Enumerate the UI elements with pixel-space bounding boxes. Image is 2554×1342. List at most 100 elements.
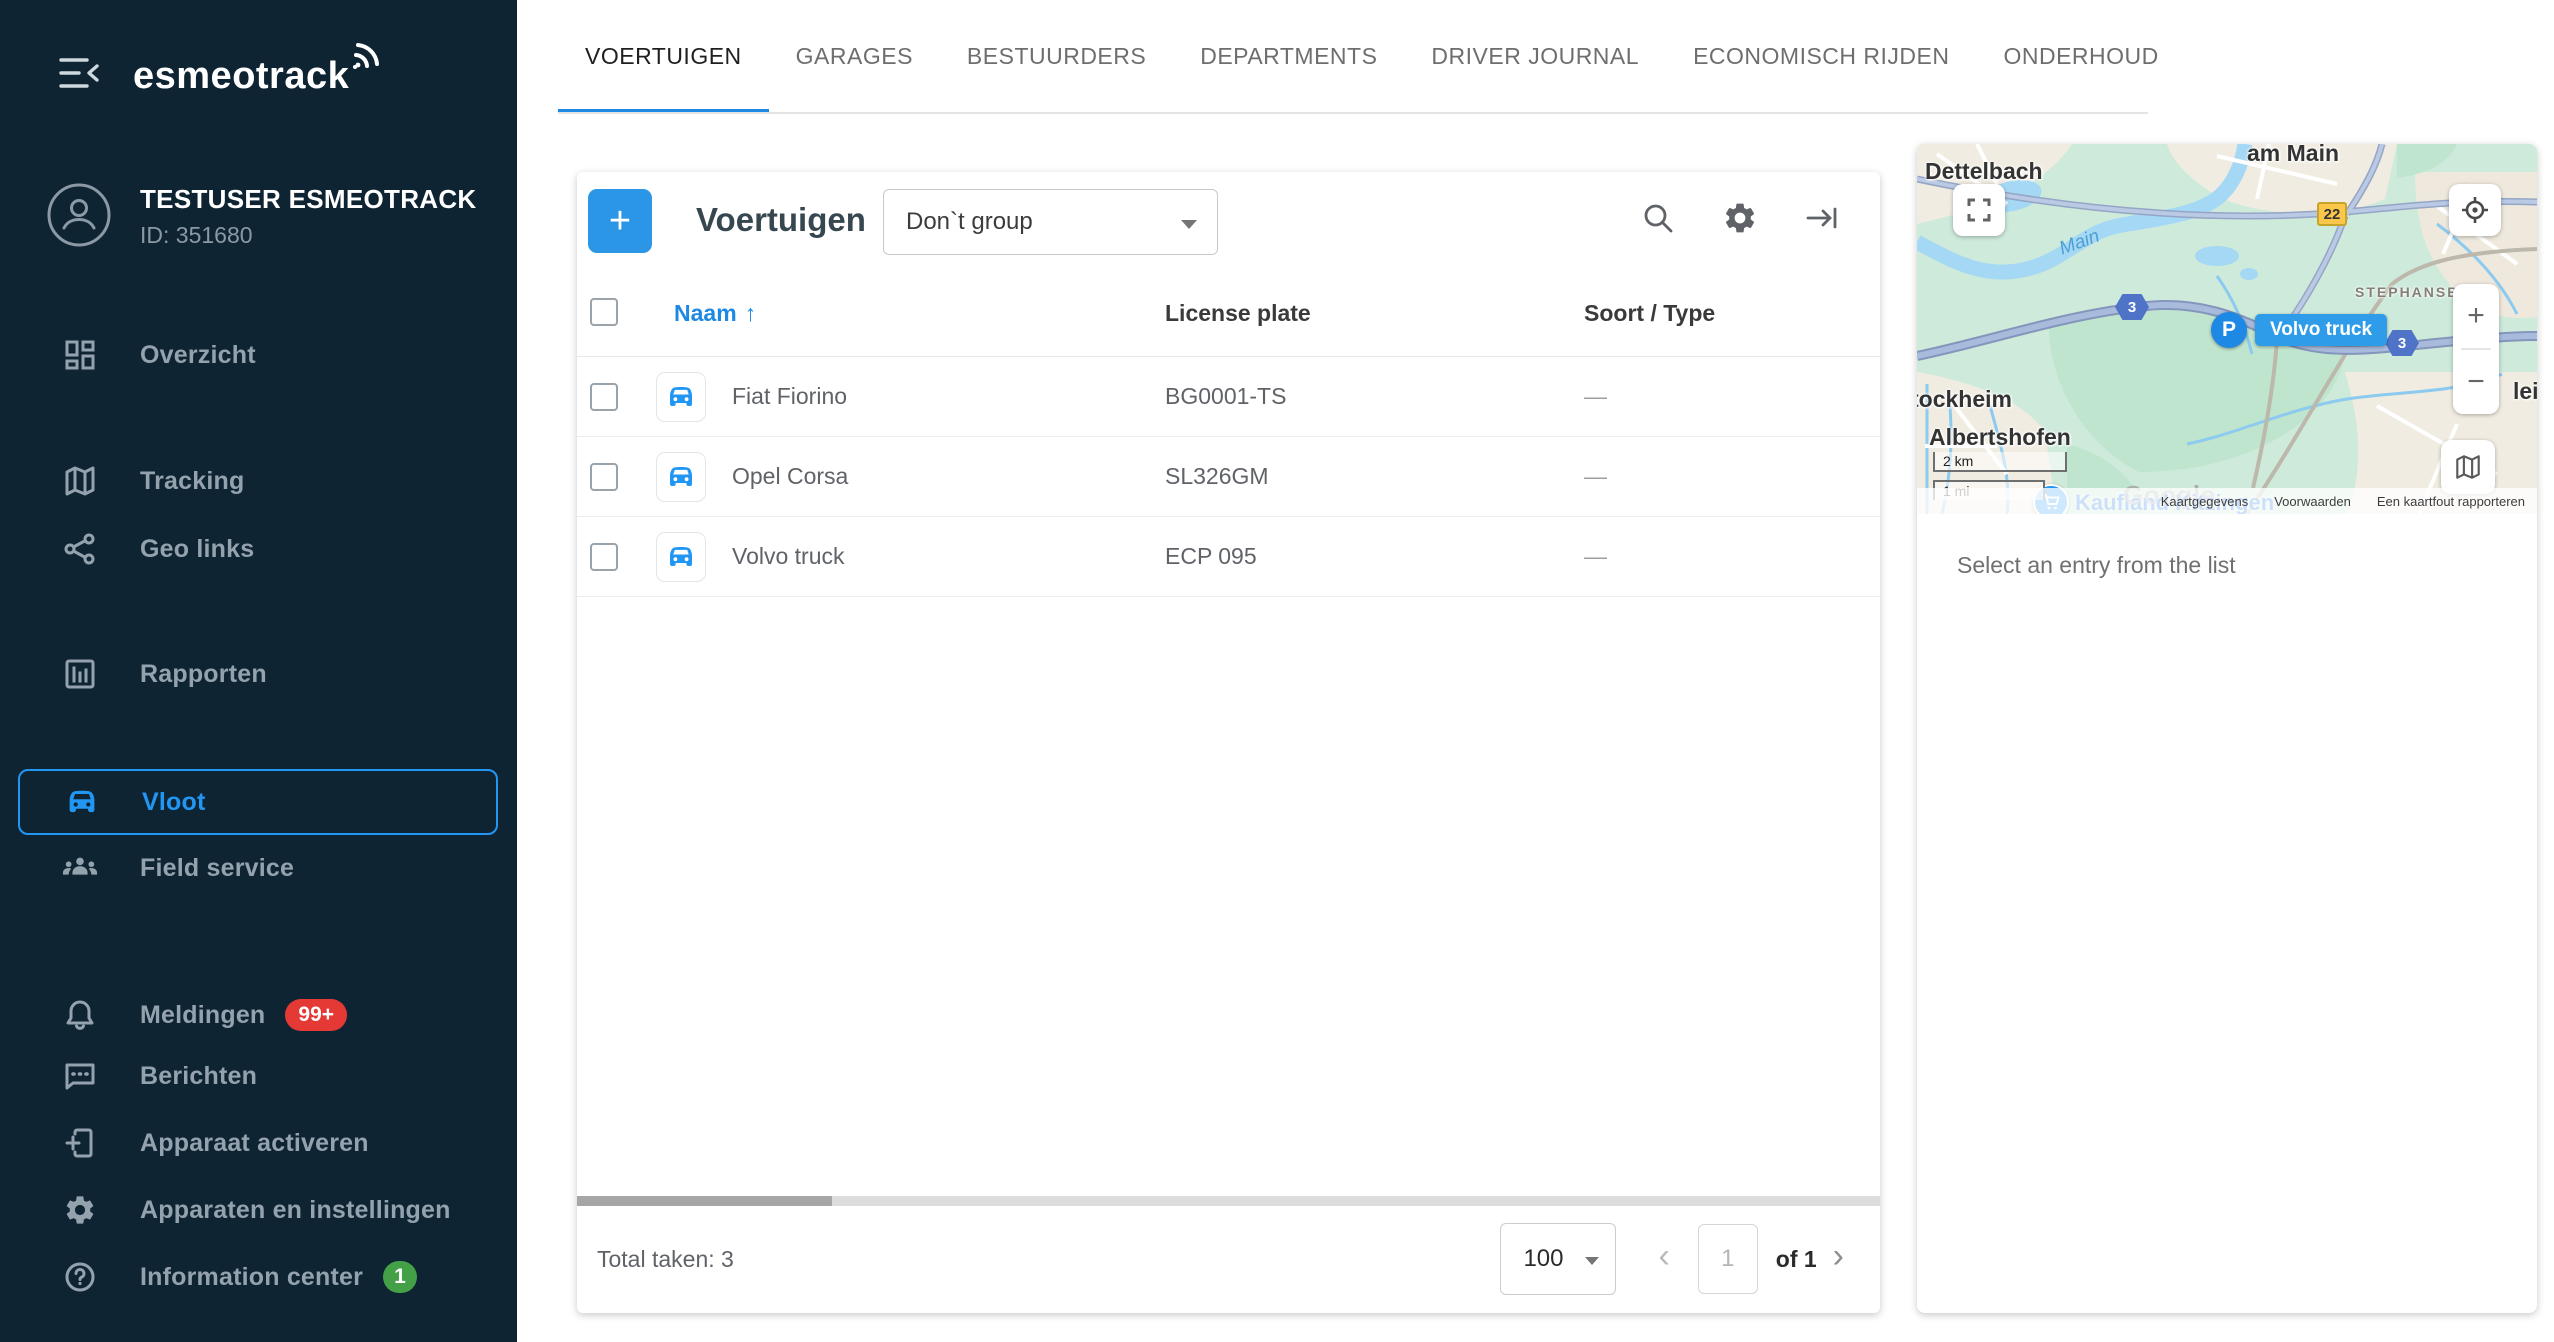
vehicles-toolbar: + Voertuigen Don`t group bbox=[577, 172, 1880, 272]
app-logo: esmeotrack bbox=[133, 46, 385, 102]
prev-page-icon[interactable]: ‹ bbox=[1658, 1239, 1669, 1273]
settings-icon[interactable] bbox=[1722, 200, 1758, 236]
road-badge-22: 22 bbox=[2317, 202, 2347, 226]
map-city-label: Dettelbach bbox=[1925, 158, 2043, 185]
page-count-label: of 1 bbox=[1776, 1246, 1817, 1273]
tab-departments[interactable]: DEPARTMENTS bbox=[1173, 0, 1404, 113]
sidebar-item-label: Apparaat activeren bbox=[140, 1129, 369, 1158]
sidebar-item-label: Rapporten bbox=[140, 660, 267, 689]
sidebar-item-vloot[interactable]: Vloot bbox=[18, 769, 498, 835]
dashboard-icon bbox=[62, 337, 98, 373]
chevron-down-icon bbox=[1181, 220, 1197, 229]
sidebar-item-apparaten-instellingen[interactable]: Apparaten en instellingen bbox=[18, 1177, 498, 1243]
tab-garages[interactable]: GARAGES bbox=[769, 0, 940, 113]
page-size-dropdown[interactable]: 100 bbox=[1500, 1223, 1616, 1295]
sidebar-item-label: Geo links bbox=[140, 535, 254, 564]
user-id: ID: 351680 bbox=[140, 222, 253, 249]
row-checkbox[interactable] bbox=[590, 463, 618, 491]
column-header-license-plate[interactable]: License plate bbox=[1165, 300, 1311, 327]
map[interactable]: Dettelbach am Main STEPHANSBERG Main toc… bbox=[1917, 144, 2537, 514]
vehicle-name: Fiat Fiorino bbox=[732, 383, 847, 410]
sidebar-item-geo-links[interactable]: Geo links bbox=[18, 516, 498, 582]
tab-economisch-rijden[interactable]: ECONOMISCH RIJDEN bbox=[1666, 0, 1976, 113]
sidebar-item-label: Meldingen bbox=[140, 1001, 265, 1030]
gear-icon bbox=[62, 1192, 98, 1228]
map-data-link[interactable]: Kaartgegevens bbox=[2161, 494, 2248, 509]
share-icon bbox=[62, 531, 98, 567]
page-title: Voertuigen bbox=[696, 201, 866, 239]
current-page-input[interactable]: 1 bbox=[1698, 1224, 1758, 1294]
detail-placeholder: Select an entry from the list bbox=[1957, 552, 2236, 579]
people-icon bbox=[62, 850, 98, 886]
select-all-checkbox[interactable] bbox=[590, 298, 618, 326]
table-row[interactable]: Volvo truck ECP 095 — bbox=[577, 517, 1880, 597]
sidebar-item-berichten[interactable]: Berichten bbox=[18, 1043, 498, 1109]
collapse-panel-icon[interactable] bbox=[1804, 200, 1840, 236]
detail-card: Dettelbach am Main STEPHANSBERG Main toc… bbox=[1917, 144, 2537, 1313]
vehicles-card: + Voertuigen Don`t group Naam↑ bbox=[577, 172, 1880, 1313]
app-logo-text: esmeotrack bbox=[133, 50, 349, 102]
sidebar-item-field-service[interactable]: Field service bbox=[18, 835, 498, 901]
map-town-label: lein bbox=[2513, 378, 2537, 405]
sidebar-item-overzicht[interactable]: Overzicht bbox=[18, 322, 498, 388]
next-page-icon[interactable]: › bbox=[1833, 1239, 1844, 1273]
map-city-label: am Main bbox=[2247, 144, 2339, 167]
horizontal-scrollbar[interactable] bbox=[577, 1196, 1880, 1206]
vehicle-map-label[interactable]: Volvo truck bbox=[2255, 314, 2387, 346]
tab-bestuurders[interactable]: BESTUURDERS bbox=[940, 0, 1173, 113]
help-icon bbox=[62, 1259, 98, 1295]
map-icon bbox=[62, 463, 98, 499]
locate-button[interactable] bbox=[2449, 184, 2501, 236]
sidebar-item-label: Overzicht bbox=[140, 341, 256, 370]
parking-marker[interactable]: P bbox=[2211, 312, 2247, 348]
vehicle-type: — bbox=[1584, 383, 1607, 410]
collapse-menu-icon[interactable] bbox=[55, 52, 103, 94]
vehicle-icon bbox=[656, 532, 706, 582]
column-header-naam[interactable]: Naam↑ bbox=[674, 300, 756, 327]
car-icon bbox=[64, 784, 100, 820]
total-count: Total taken: 3 bbox=[597, 1246, 734, 1273]
sidebar-item-apparaat-activeren[interactable]: Apparaat activeren bbox=[18, 1110, 498, 1176]
table-row[interactable]: Fiat Fiorino BG0001-TS — bbox=[577, 357, 1880, 437]
map-town-label: tockheim bbox=[1917, 386, 2012, 413]
map-type-button[interactable] bbox=[2441, 440, 2495, 494]
bell-icon bbox=[62, 997, 98, 1033]
fullscreen-button[interactable] bbox=[1953, 184, 2005, 236]
zoom-out-button[interactable]: − bbox=[2453, 350, 2499, 414]
sidebar-item-tracking[interactable]: Tracking bbox=[18, 448, 498, 514]
sidebar-item-label: Apparaten en instellingen bbox=[140, 1196, 451, 1225]
group-dropdown[interactable]: Don`t group bbox=[883, 189, 1218, 255]
table-header: Naam↑ License plate Soort / Type bbox=[577, 272, 1880, 357]
chevron-down-icon bbox=[1585, 1257, 1599, 1265]
vehicle-name: Volvo truck bbox=[732, 543, 845, 570]
search-icon[interactable] bbox=[1640, 200, 1676, 236]
zoom-in-button[interactable]: + bbox=[2453, 284, 2499, 348]
scrollbar-thumb[interactable] bbox=[577, 1196, 832, 1206]
vehicle-icon bbox=[656, 452, 706, 502]
row-checkbox[interactable] bbox=[590, 543, 618, 571]
sidebar-item-rapporten[interactable]: Rapporten bbox=[18, 641, 498, 707]
tab-driver-journal[interactable]: DRIVER JOURNAL bbox=[1404, 0, 1666, 113]
tab-onderhoud[interactable]: ONDERHOUD bbox=[1976, 0, 2185, 113]
sidebar-item-label: Tracking bbox=[140, 467, 244, 496]
sidebar-item-information-center[interactable]: Information center 1 bbox=[18, 1244, 498, 1310]
tabs-divider bbox=[558, 112, 2148, 114]
vehicle-license-plate: BG0001-TS bbox=[1165, 383, 1286, 410]
map-attribution: Kaartgegevens Voorwaarden Een kaartfout … bbox=[1917, 488, 2537, 514]
sidebar: esmeotrack TESTUSER ESMEOTRACK ID: 35168… bbox=[0, 0, 517, 1342]
tab-voertuigen[interactable]: VOERTUIGEN bbox=[558, 0, 769, 113]
table-row[interactable]: Opel Corsa SL326GM — bbox=[577, 437, 1880, 517]
group-dropdown-value: Don`t group bbox=[906, 208, 1033, 236]
report-error-link[interactable]: Een kaartfout rapporteren bbox=[2377, 494, 2525, 509]
vehicle-type: — bbox=[1584, 543, 1607, 570]
device-add-icon bbox=[62, 1125, 98, 1161]
user-info[interactable]: TESTUSER ESMEOTRACK ID: 351680 bbox=[0, 170, 517, 270]
vehicle-license-plate: SL326GM bbox=[1165, 463, 1269, 490]
column-header-type[interactable]: Soort / Type bbox=[1584, 300, 1715, 327]
row-checkbox[interactable] bbox=[590, 383, 618, 411]
terms-link[interactable]: Voorwaarden bbox=[2274, 494, 2351, 509]
map-town-label: Albertshofen bbox=[1929, 424, 2071, 451]
add-vehicle-button[interactable]: + bbox=[588, 189, 652, 253]
module-tabs: VOERTUIGEN GARAGES BESTUURDERS DEPARTMEN… bbox=[558, 0, 2186, 113]
sidebar-item-meldingen[interactable]: Meldingen 99+ bbox=[18, 982, 498, 1048]
